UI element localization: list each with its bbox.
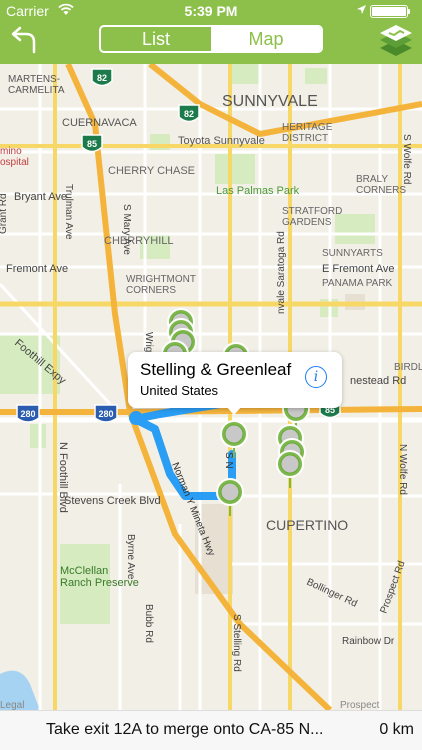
map-label: Stevens Creek Blvd	[64, 495, 161, 507]
map-label: S Mary Ave	[121, 204, 132, 255]
map-label: Byrne Ave	[125, 534, 136, 580]
map-label: Las Palmas Park	[216, 185, 300, 197]
direction-bar[interactable]: Take exit 12A to merge onto CA-85 N... 0…	[0, 710, 422, 750]
back-button[interactable]	[8, 26, 44, 56]
map-label: CUERNAVACA	[62, 117, 137, 129]
location-arrow-icon	[356, 4, 367, 18]
map-label: Prospect Rd	[378, 560, 407, 615]
map-label: PANAMA PARK	[322, 278, 393, 289]
map-label: Fremont Ave	[6, 263, 68, 275]
map-label: Grant Rd	[0, 193, 9, 234]
battery-cap	[408, 9, 410, 14]
back-arrow-icon	[11, 26, 36, 54]
map-label: Toyota Sunnyvale	[178, 135, 265, 147]
map-label: MARTENS-CARMELITA	[8, 74, 65, 96]
map-label: CHERRYHILL	[104, 235, 174, 247]
highway-shield-82: 82	[91, 68, 113, 87]
map-label: SUNNYVALE	[222, 93, 318, 110]
status-bar: Carrier 5:39 PM	[0, 0, 422, 22]
app-logo-button[interactable]	[378, 24, 414, 58]
app-logo-icon	[380, 25, 412, 56]
highway-shield-number: 85	[87, 139, 97, 149]
battery-fill	[372, 7, 406, 16]
map-label: N Wolfe Rd	[397, 444, 408, 495]
map-label: CHERRY CHASE	[108, 165, 195, 177]
park-area	[305, 68, 327, 84]
map-label: Trulman Ave	[63, 184, 74, 240]
map-label: S Stelling Rd	[231, 614, 242, 672]
direction-distance: 0 km	[379, 721, 414, 738]
map-label: mino ospital	[0, 146, 29, 168]
map-pin[interactable]	[276, 450, 304, 488]
map-label: Rainbow Dr	[342, 636, 395, 647]
map-label: nestead Rd	[350, 375, 406, 387]
highway-shield-280: 280	[16, 404, 40, 423]
map-label: Bubb Rd	[143, 604, 154, 643]
route-start-dot	[129, 411, 143, 425]
highway-shield-85: 85	[81, 134, 103, 153]
map-label: SUNNYARTS	[322, 248, 383, 259]
park-area	[335, 214, 375, 244]
callout-tail	[226, 406, 242, 415]
direction-instruction: Take exit 12A to merge onto CA-85 N...	[46, 721, 324, 738]
map-label: HERITAGE DISTRICT	[282, 122, 333, 144]
map-label: S N	[223, 452, 234, 469]
map-label: CUPERTINO	[266, 517, 348, 533]
highway-shield-number: 280	[20, 409, 35, 419]
map-label: Bryant Ave	[14, 191, 67, 203]
map-label: WRIGHTMONT CORNERS	[126, 274, 196, 296]
view-segmented-control: List Map	[99, 25, 323, 53]
callout-title: Stelling & Greenleaf	[140, 360, 292, 379]
location-callout[interactable]: Stelling & Greenleaf United States i	[128, 352, 342, 408]
highway-shield-number: 82	[184, 109, 194, 119]
park-area	[215, 154, 255, 184]
park-area	[230, 64, 260, 84]
info-icon[interactable]: i	[305, 366, 327, 388]
highway-shield-82: 82	[178, 104, 200, 123]
map-label: BIRDLA	[394, 362, 422, 373]
tab-map[interactable]: Map	[211, 27, 321, 51]
tab-list[interactable]: List	[101, 27, 211, 51]
map-label: Wrig	[143, 332, 154, 352]
highway-shield-280: 280	[94, 404, 118, 423]
map-label: nvale Saratoga Rd	[276, 231, 287, 314]
callout-subtitle: United States	[140, 383, 219, 398]
map-label: Bollinger Rd	[305, 577, 359, 610]
map-label: E Fremont Ave	[322, 263, 395, 275]
map-label: S Wolfe Rd	[401, 134, 412, 184]
nav-bar: List Map	[0, 22, 422, 64]
battery-icon	[370, 5, 408, 18]
highway-shield-number: 82	[97, 73, 107, 83]
highway-shield-number: 280	[98, 409, 113, 419]
map-label: Prospect	[340, 700, 380, 710]
map-label: Legal	[0, 700, 24, 710]
park-area	[30, 424, 46, 448]
map-label: STRATFORD GARDENS	[282, 206, 342, 228]
